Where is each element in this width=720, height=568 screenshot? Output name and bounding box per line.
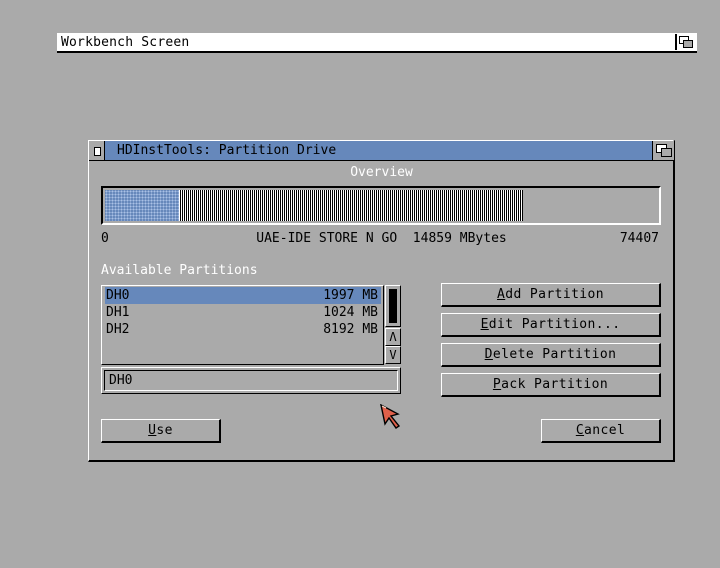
window-title-bar[interactable]: HDInstTools: Partition Drive <box>89 141 674 161</box>
overview-segment-dh1[interactable] <box>180 190 218 221</box>
overview-segment-dh2[interactable] <box>218 190 523 221</box>
delete-partition-button[interactable]: Delete Partition <box>441 343 661 367</box>
use-button[interactable]: Use <box>101 419 221 443</box>
close-gadget-icon <box>94 147 101 156</box>
list-item-dh0[interactable]: DH0 1997 MB <box>105 287 381 304</box>
cancel-button[interactable]: Cancel <box>541 419 661 443</box>
list-item-dh2[interactable]: DH2 8192 MB <box>105 321 381 338</box>
partition-list-scrollbar[interactable]: Λ V <box>385 285 401 365</box>
overview-label: Overview <box>350 165 413 180</box>
depth-gadget-icon <box>656 144 672 157</box>
screen-depth-gadget[interactable] <box>675 34 695 50</box>
partition-size: 1024 MB <box>323 305 378 320</box>
scrollbar-track[interactable] <box>385 285 401 327</box>
depth-gadget-icon <box>679 36 693 48</box>
window-title: HDInstTools: Partition Drive <box>117 143 337 158</box>
partition-name: DH2 <box>106 322 130 337</box>
partition-overview-bar[interactable] <box>101 186 661 225</box>
partition-size: 1997 MB <box>323 288 378 303</box>
arrow-up-icon: Λ <box>389 330 397 344</box>
window-close-button[interactable] <box>89 141 105 160</box>
partition-name-field <box>101 367 401 394</box>
overview-end-value: 74407 <box>619 231 659 246</box>
partition-name: DH1 <box>106 305 130 320</box>
mouse-pointer-icon <box>380 404 401 429</box>
screen-title-bar[interactable]: Workbench Screen <box>57 33 697 53</box>
partition-size: 8192 MB <box>323 322 378 337</box>
available-partitions-label: Available Partitions <box>101 263 258 278</box>
scrollbar-knob[interactable] <box>389 289 397 323</box>
pack-partition-button[interactable]: Pack Partition <box>441 373 661 397</box>
scroll-up-button[interactable]: Λ <box>385 328 401 346</box>
list-item-dh1[interactable]: DH1 1024 MB <box>105 304 381 321</box>
partition-name-input[interactable] <box>104 370 398 391</box>
scroll-down-button[interactable]: V <box>385 346 401 364</box>
window-depth-gadget[interactable] <box>652 141 674 160</box>
partition-name: DH0 <box>106 288 130 303</box>
add-partition-button[interactable]: Add Partition <box>441 283 661 307</box>
arrow-down-icon: V <box>389 348 397 362</box>
edit-partition-button[interactable]: Edit Partition... <box>441 313 661 337</box>
screen-title: Workbench Screen <box>61 35 190 50</box>
drive-info: UAE-IDE STORE N GO 14859 MBytes <box>256 231 507 246</box>
overview-segment-dh0[interactable] <box>105 190 180 221</box>
partition-list[interactable]: DH0 1997 MB DH1 1024 MB DH2 8192 MB <box>101 285 384 365</box>
